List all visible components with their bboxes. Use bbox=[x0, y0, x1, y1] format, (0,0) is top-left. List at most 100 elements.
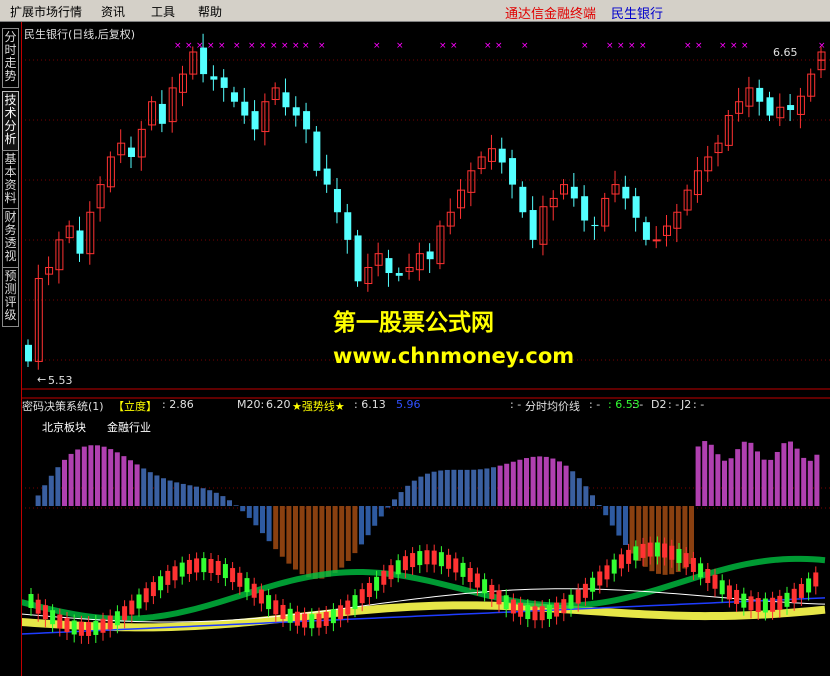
indicator-candle bbox=[150, 582, 156, 597]
marker-symbol: × bbox=[207, 41, 215, 51]
marker-symbol: × bbox=[639, 41, 647, 51]
indicator-bar bbox=[656, 506, 661, 574]
stock-title: 民生银行 bbox=[611, 7, 664, 22]
indicator-bar bbox=[411, 480, 417, 506]
indicator-candle bbox=[359, 589, 365, 604]
tab-intraday[interactable]: 分时走势 bbox=[2, 28, 19, 88]
candle-body bbox=[426, 251, 434, 260]
indicator-candle bbox=[136, 594, 142, 609]
indicator-candle bbox=[165, 570, 171, 585]
indicator-bar bbox=[95, 445, 100, 506]
indicator-candle bbox=[654, 542, 660, 557]
indicator-bar bbox=[339, 506, 345, 568]
indicator-bar bbox=[517, 459, 523, 506]
indicator-candle bbox=[474, 573, 480, 588]
candle-body bbox=[76, 230, 84, 254]
menu-extended-market[interactable]: 扩展市场行情 bbox=[10, 3, 82, 20]
indicator-candle bbox=[712, 574, 718, 589]
indicator-bar bbox=[35, 495, 41, 506]
candle-body bbox=[766, 97, 774, 116]
marker-symbol: × bbox=[684, 41, 692, 51]
indicator-candle bbox=[287, 608, 293, 623]
indicator-bar bbox=[418, 476, 424, 506]
indicator-candle bbox=[345, 600, 351, 615]
indicator-bar bbox=[240, 506, 246, 512]
indicator-candle bbox=[237, 572, 243, 587]
indicator-candle bbox=[568, 594, 574, 609]
candle-body bbox=[652, 239, 661, 242]
indicator-bar bbox=[530, 456, 536, 506]
indicator-candle bbox=[532, 606, 538, 621]
indicator-candle bbox=[575, 589, 581, 604]
tab-technical[interactable]: 技术分析 bbox=[2, 91, 19, 151]
indicator-candle bbox=[417, 551, 423, 566]
indicator-candle bbox=[597, 571, 603, 586]
indicator-bar bbox=[200, 488, 206, 506]
menu-help[interactable]: 帮助 bbox=[198, 3, 222, 20]
candle-body bbox=[395, 273, 403, 276]
candle-body bbox=[220, 77, 228, 88]
indicator-candle bbox=[777, 595, 783, 610]
menu-news[interactable]: 资讯 bbox=[101, 3, 125, 20]
j2-value: : - bbox=[693, 398, 705, 411]
indicator-bar bbox=[359, 506, 364, 545]
indicator-candle bbox=[186, 559, 192, 574]
marker-symbol: × bbox=[270, 41, 278, 51]
indicator-bar bbox=[293, 506, 298, 570]
indicator-bar bbox=[114, 452, 120, 506]
indicator-candle bbox=[330, 609, 336, 624]
candle-body bbox=[282, 92, 290, 108]
m20-label: M20: bbox=[237, 398, 265, 411]
indicator-bar bbox=[332, 506, 338, 573]
candle-body bbox=[787, 105, 795, 111]
menu-bar: 扩展市场行情 资讯 工具 帮助 通达信金融终端 民生银行 bbox=[0, 0, 830, 22]
indicator-candle bbox=[86, 621, 92, 636]
marker-symbol: × bbox=[730, 41, 738, 51]
indicator-bar bbox=[524, 458, 529, 506]
indicator-bar bbox=[299, 506, 305, 575]
indicator-bar bbox=[510, 461, 516, 506]
indicator-bar bbox=[781, 443, 787, 506]
candle-body bbox=[200, 47, 208, 75]
indicator-bar bbox=[563, 465, 569, 506]
indicator-candle bbox=[662, 543, 668, 558]
candle-body bbox=[622, 186, 630, 199]
price-high-label: 6.65 bbox=[773, 46, 798, 59]
menu-tools[interactable]: 工具 bbox=[151, 3, 175, 20]
indicator-candle bbox=[93, 620, 99, 635]
indicator-bar bbox=[807, 460, 813, 506]
tab-finance[interactable]: 财务透视 bbox=[2, 208, 19, 268]
indicator-candle bbox=[352, 595, 358, 610]
candle-body bbox=[756, 87, 764, 102]
indicator-bar bbox=[286, 506, 292, 564]
indicator-candle bbox=[503, 595, 509, 610]
indicator-candle bbox=[143, 588, 149, 603]
indicator-bar bbox=[471, 469, 477, 506]
indicator-candle bbox=[323, 611, 329, 626]
marker-symbol: × bbox=[233, 41, 241, 51]
indicator-bar bbox=[101, 446, 107, 506]
indicator-candle bbox=[309, 614, 315, 629]
marker-symbol: × bbox=[248, 41, 256, 51]
indicator-candle bbox=[467, 568, 473, 583]
marker-symbol: × bbox=[185, 41, 193, 51]
candle-body bbox=[385, 258, 393, 274]
tab-forecast[interactable]: 预测评级 bbox=[2, 267, 19, 327]
tab-basic-info[interactable]: 基本资料 bbox=[2, 150, 19, 210]
candle-body bbox=[313, 131, 321, 171]
indicator-bar bbox=[266, 506, 272, 542]
marker-symbol: × bbox=[818, 41, 826, 51]
indicator-bar bbox=[306, 506, 312, 578]
indicator-candle bbox=[431, 550, 437, 565]
fenshi-mid: : - bbox=[589, 398, 601, 411]
indicator-candle bbox=[258, 589, 264, 604]
indicator-bar bbox=[220, 496, 226, 506]
marker-symbol: × bbox=[318, 41, 326, 51]
indicator-bar bbox=[504, 463, 510, 506]
indicator-candle bbox=[806, 578, 812, 593]
indicator-bar bbox=[431, 471, 437, 506]
indicator-bar bbox=[378, 506, 384, 517]
indicator-candle bbox=[201, 558, 207, 573]
indicator-bar bbox=[550, 458, 556, 506]
indicator-candle bbox=[366, 582, 372, 597]
